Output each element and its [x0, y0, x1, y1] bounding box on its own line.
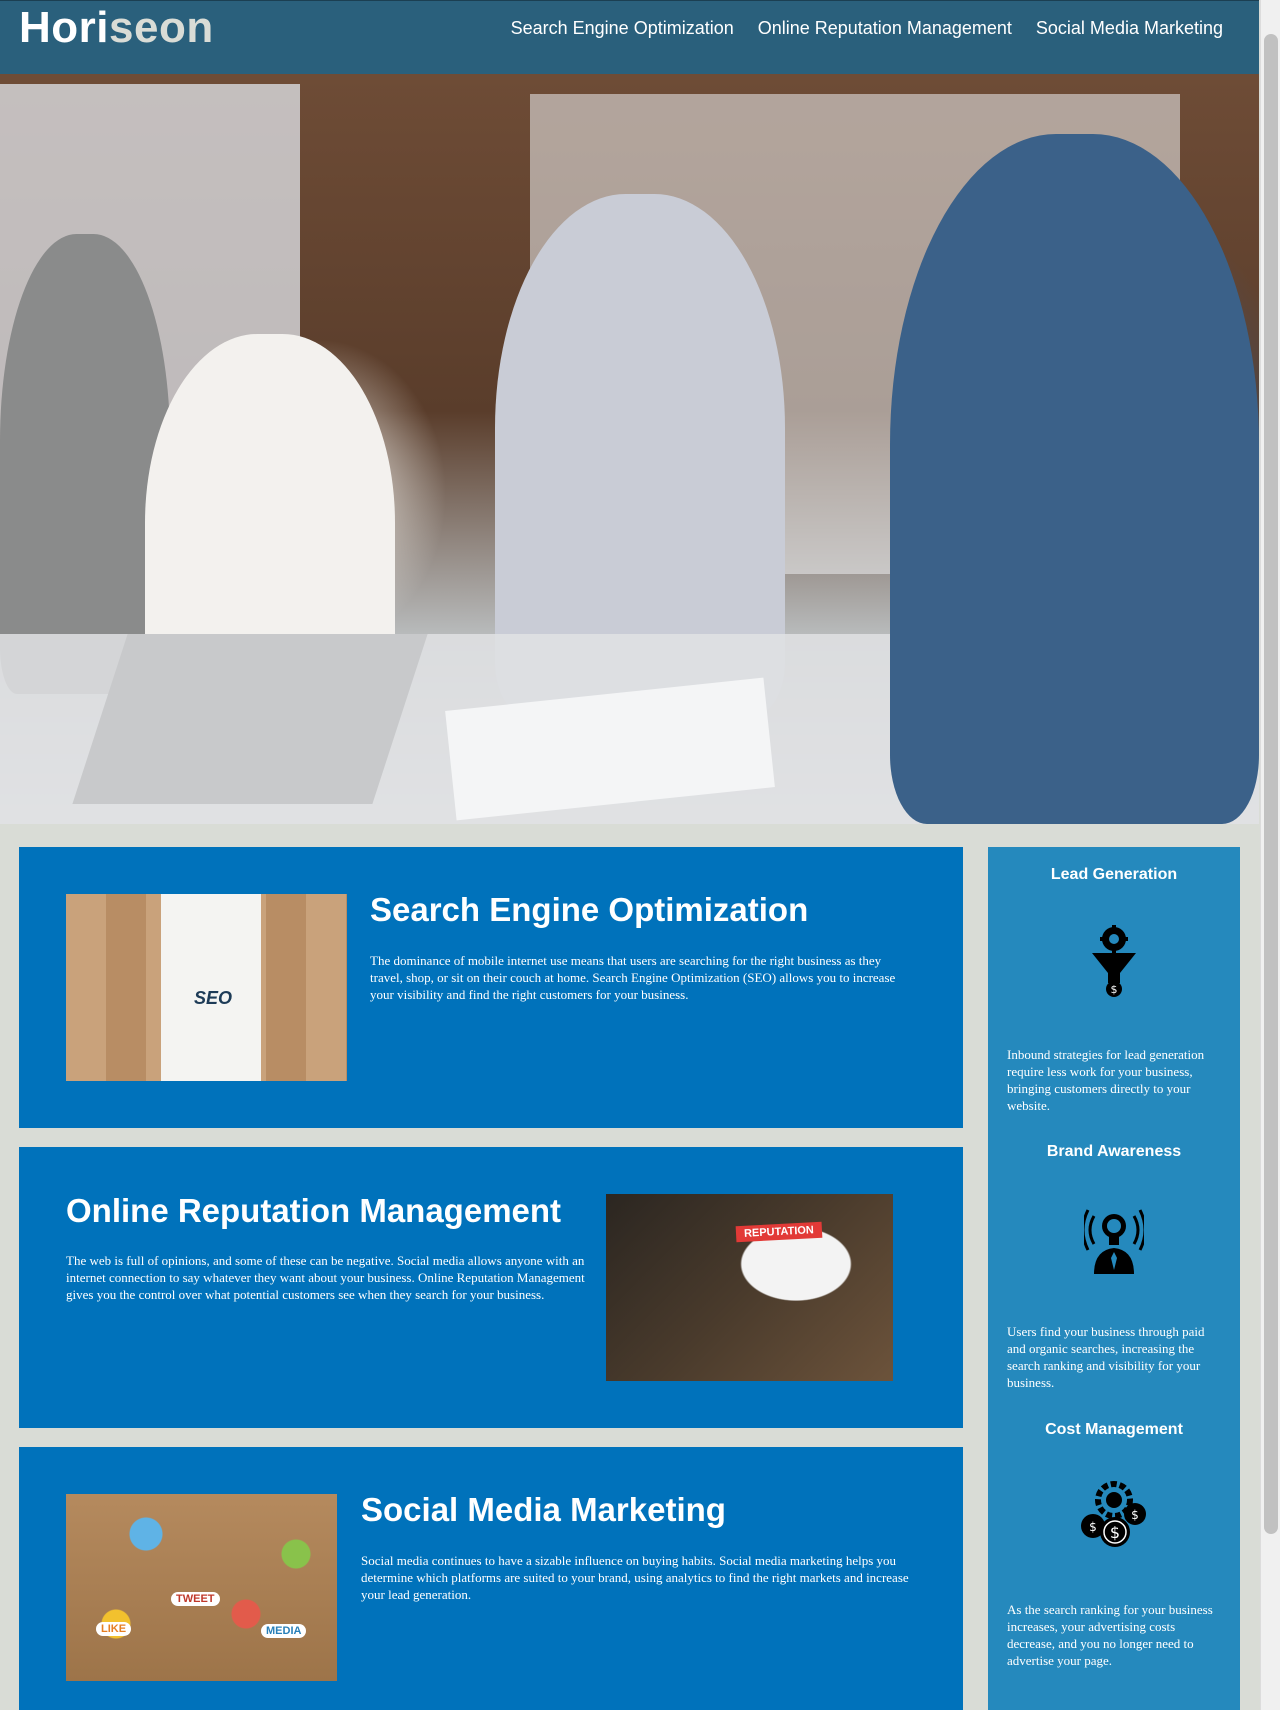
site-header: Horiseon Search Engine Optimization Onli… — [0, 0, 1259, 74]
hero-image — [0, 74, 1259, 824]
benefit-title: Brand Awareness — [1046, 1143, 1182, 1160]
benefit-title: Lead Generation — [1050, 866, 1178, 883]
orm-text: The web is full of opinions, and some of… — [66, 1253, 585, 1302]
benefits-sidebar: Lead Generation $ Inbound strategies for… — [988, 847, 1240, 1710]
scrollbar-thumb[interactable] — [1264, 34, 1278, 1534]
benefit-text: Users find your business through paid an… — [1007, 1324, 1205, 1390]
orm-heading: Online Reputation Management — [66, 1192, 562, 1229]
site-logo[interactable]: Horiseon — [19, 3, 214, 53]
lead-funnel-icon: $ — [1092, 925, 1136, 997]
orm-image: REPUTATION — [606, 1194, 893, 1381]
smm-image-word: TWEET — [171, 1592, 220, 1606]
page: Horiseon Search Engine Optimization Onli… — [0, 0, 1259, 1710]
seo-section: SEO Search Engine Optimization The domin… — [19, 847, 963, 1128]
nav-link-seo[interactable]: Search Engine Optimization — [511, 18, 734, 39]
smm-image: TWEET LIKE MEDIA — [66, 1494, 337, 1681]
hero-laptop — [72, 634, 428, 804]
orm-section: Online Reputation Management The web is … — [19, 1147, 963, 1428]
smm-text: Social media continues to have a sizable… — [361, 1553, 909, 1602]
nav-link-orm[interactable]: Online Reputation Management — [758, 18, 1012, 39]
benefit-text: As the search ranking for your business … — [1007, 1602, 1213, 1668]
cost-coins-icon: $ $ $ — [1081, 1481, 1146, 1547]
smm-section: TWEET LIKE MEDIA Social Media Marketing … — [19, 1447, 963, 1710]
svg-text:$: $ — [1131, 1508, 1139, 1522]
seo-image-word: SEO — [194, 988, 233, 1008]
seo-image: SEO — [66, 894, 347, 1081]
seo-text: The dominance of mobile internet use mea… — [370, 953, 896, 1002]
logo-accent-text: seon — [109, 3, 214, 52]
svg-text:$: $ — [1110, 1523, 1120, 1542]
smm-image-word: MEDIA — [261, 1624, 307, 1638]
svg-text:$: $ — [1089, 1520, 1097, 1534]
logo-main-text: Hori — [19, 3, 109, 52]
seo-heading: Search Engine Optimization — [370, 891, 809, 928]
smm-image-word: LIKE — [96, 1622, 132, 1636]
benefit-title: Cost Management — [1045, 1421, 1183, 1438]
svg-text:$: $ — [1111, 983, 1118, 996]
smm-heading: Social Media Marketing — [361, 1491, 726, 1528]
benefit-text: Inbound strategies for lead generation r… — [1007, 1047, 1205, 1113]
orm-image-word: REPUTATION — [735, 1221, 823, 1243]
brand-lightbulb-icon — [1084, 1209, 1144, 1274]
main-nav: Search Engine Optimization Online Reputa… — [511, 18, 1223, 39]
page-scrollbar[interactable] — [1260, 0, 1280, 1710]
hero-person — [890, 134, 1259, 824]
nav-link-smm[interactable]: Social Media Marketing — [1036, 18, 1223, 39]
